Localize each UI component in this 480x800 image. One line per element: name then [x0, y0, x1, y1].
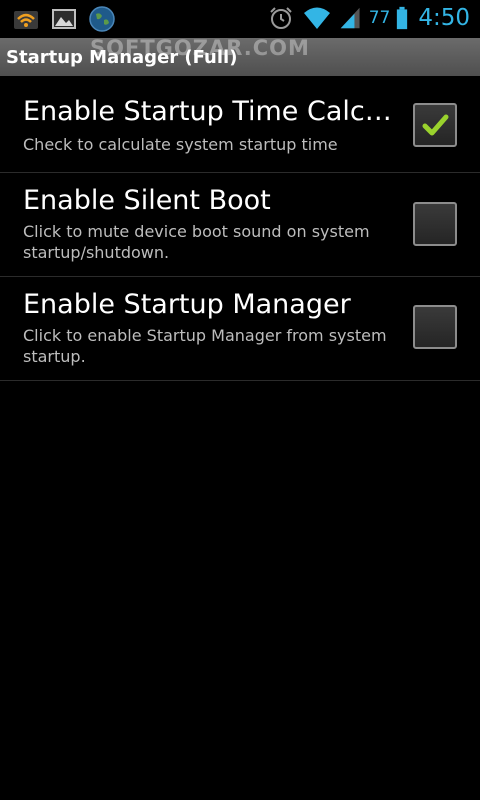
status-bar-notifications — [12, 5, 116, 33]
setting-title: Enable Startup Time Calculat.. — [23, 96, 405, 127]
status-bar-system: 77 4:50 — [267, 4, 470, 32]
setting-summary: Click to mute device boot sound on syste… — [23, 222, 370, 262]
setting-startup-time[interactable]: Enable Startup Time Calculat.. Check to … — [0, 76, 480, 173]
setting-summary: Check to calculate system startup time — [23, 135, 338, 154]
checkmark-icon — [422, 114, 449, 136]
setting-summary: Click to enable Startup Manager from sys… — [23, 326, 387, 366]
status-bar: 77 4:50 — [0, 0, 480, 38]
wifi-icon — [303, 7, 330, 29]
battery-level-text: 77 — [368, 8, 391, 28]
clock: 4:50 — [418, 5, 470, 31]
setting-startup-manager[interactable]: Enable Startup Manager Click to enable S… — [0, 277, 480, 381]
page-title: Startup Manager (Full) — [6, 47, 238, 68]
setting-title: Enable Silent Boot — [23, 185, 271, 216]
wifi-signal-icon — [14, 11, 38, 29]
title-bar: SOFTGOZAR.COM Startup Manager (Full) — [0, 36, 480, 76]
globe-notification-icon — [89, 6, 115, 32]
startup-manager-checkbox[interactable] — [413, 305, 457, 349]
cell-signal-icon — [340, 7, 360, 29]
setting-title: Enable Startup Manager — [23, 289, 351, 320]
battery-icon — [397, 6, 408, 30]
image-notification-icon — [52, 9, 76, 29]
alarm-clock-icon — [269, 7, 292, 29]
startup-time-checkbox[interactable] — [413, 103, 457, 147]
settings-list: Enable Startup Time Calculat.. Check to … — [0, 76, 480, 381]
setting-silent-boot[interactable]: Enable Silent Boot Click to mute device … — [0, 173, 480, 277]
silent-boot-checkbox[interactable] — [413, 202, 457, 246]
